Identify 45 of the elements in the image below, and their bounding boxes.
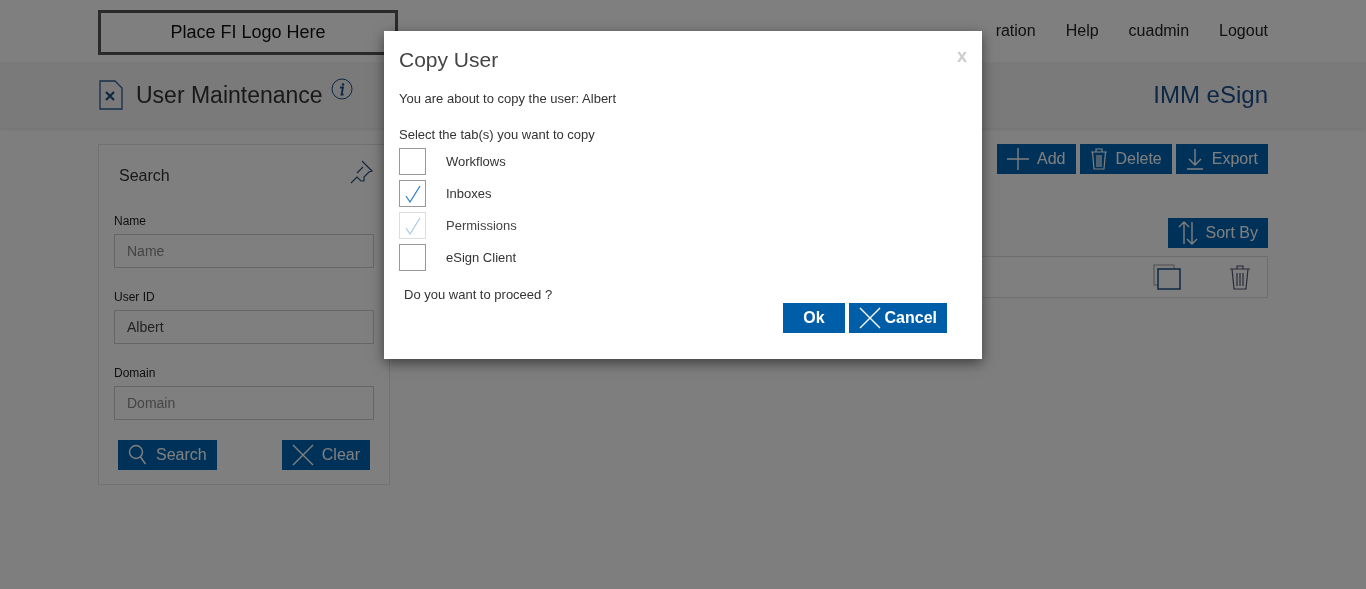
add-button[interactable]: Add — [997, 144, 1076, 174]
checkbox[interactable] — [399, 180, 426, 208]
ok-button[interactable]: Ok — [783, 302, 845, 333]
checkbox-label: Permissions — [446, 216, 517, 235]
document-icon — [98, 80, 124, 110]
search-button[interactable]: Search — [118, 440, 217, 470]
input-field[interactable]: Albert — [114, 310, 374, 344]
plus-icon — [1007, 148, 1030, 170]
download-icon — [1185, 148, 1204, 170]
search-icon — [128, 444, 148, 466]
page-title: User Maintenance — [136, 80, 323, 110]
trash-icon — [1089, 148, 1108, 170]
checkbox[interactable] — [399, 148, 426, 176]
pin-icon[interactable] — [348, 159, 374, 185]
input-field[interactable]: Name — [114, 234, 374, 268]
export-button[interactable]: Export — [1175, 144, 1268, 174]
panel-title: Search — [119, 166, 170, 186]
field-label: Domain — [114, 365, 157, 382]
field-label: Name — [114, 213, 147, 230]
sort-icon — [1177, 221, 1198, 245]
checkbox-label: eSign Client — [446, 248, 517, 267]
logo-text: Place FI Logo Here — [170, 21, 326, 44]
nav-link[interactable]: Logout — [1219, 19, 1268, 43]
dialog-title: Copy User — [399, 47, 499, 73]
dialog-question: Do you want to proceed ? — [404, 286, 554, 305]
nav-link[interactable]: cuadmin — [1128, 19, 1190, 43]
checkbox-label: Inboxes — [446, 184, 492, 203]
clear-button[interactable]: Clear — [281, 440, 370, 470]
field-label: User ID — [114, 289, 156, 306]
copy-icon[interactable] — [1153, 264, 1181, 290]
checkbox[interactable] — [399, 244, 426, 272]
close-icon — [291, 444, 314, 466]
app-name: IMM eSign — [1153, 80, 1268, 110]
dialog-prompt: Select the tab(s) you want to copy — [399, 125, 596, 144]
cancel-button[interactable]: Cancel — [848, 302, 947, 333]
info-icon — [330, 78, 353, 100]
nav-link[interactable]: Help — [1065, 19, 1099, 43]
delete-button[interactable]: Delete — [1079, 144, 1172, 174]
trash-icon[interactable] — [1229, 264, 1251, 290]
input-field[interactable]: Domain — [114, 386, 374, 420]
close-icon — [858, 306, 881, 329]
nav-link[interactable]: ration — [995, 19, 1036, 43]
checkbox-label: Workflows — [446, 152, 506, 171]
sort-button[interactable]: Sort By — [1167, 218, 1268, 248]
dialog-message: You are about to copy the user: Albert — [399, 90, 618, 109]
